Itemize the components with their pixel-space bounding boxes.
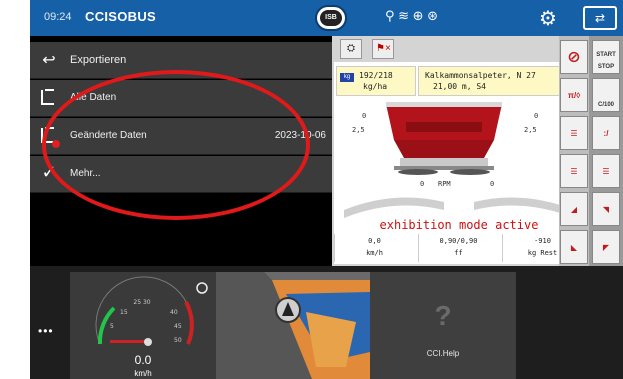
speed-unit: km/h <box>134 369 152 378</box>
top-status-bar: 09:24 CCISOBUS ISB ⚲ ≋ ⊕ ⊛ ⚙ ⇄ <box>30 0 623 36</box>
value-cell-factor: 0,90/0,90 ff <box>418 234 498 262</box>
export-title: Exportieren <box>70 54 127 66</box>
cci-help-tile[interactable]: ? CCI.Help <box>370 272 516 379</box>
help-icon: ? <box>434 300 452 331</box>
more-apps-icon[interactable]: ••• <box>38 324 54 338</box>
svg-text:40: 40 <box>170 309 178 316</box>
terminal-screen: 09:24 CCISOBUS ISB ⚲ ≋ ⊕ ⊛ ⚙ ⇄ ↩ Exporti… <box>30 0 623 379</box>
section-right-icon[interactable]: :/ <box>592 116 620 150</box>
rate-icon[interactable]: π/◊ <box>560 78 588 112</box>
isb-label: ISB <box>320 10 342 26</box>
boundary-right-icon[interactable]: ◥ <box>592 192 620 226</box>
100-percent-icon[interactable]: C/100 <box>592 78 620 112</box>
export-header-back[interactable]: ↩ Exportieren <box>30 42 332 79</box>
speed-value: 0.0 <box>134 353 152 367</box>
svg-text:50: 50 <box>174 337 182 344</box>
value-cell-speed: 0,0 km/h <box>334 234 414 262</box>
menu-item-alle-daten[interactable]: Alle Daten <box>30 80 332 117</box>
export-menu: ↩ Exportieren Alle Daten Geänderte Daten… <box>30 36 332 266</box>
spreader-bottom-values: 0,0 km/h 0,90/0,90 ff -910 kg Rest <box>334 234 584 262</box>
minus-10-icon[interactable]: ☰ <box>560 154 588 188</box>
boundary-left-icon[interactable]: ◢ <box>560 192 588 226</box>
section-left-icon[interactable]: ☰ <box>560 116 588 150</box>
isb-button[interactable]: ISB <box>315 5 347 31</box>
svg-text:45: 45 <box>174 323 182 330</box>
border-right-icon[interactable]: ◤ <box>592 230 620 264</box>
menu-item-geaenderte-daten[interactable]: Geänderte Daten 2023-10-06 <box>30 118 332 155</box>
spreader-display: kg 192/218 kg/ha Kalkammonsalpeter, N 27… <box>334 62 584 264</box>
section-icon[interactable]: ⛭ <box>340 39 362 59</box>
field-map-tile[interactable] <box>216 272 370 379</box>
rpm-right: 0 <box>490 180 495 188</box>
swap-screen-icon[interactable]: ⇄ <box>583 6 617 30</box>
rpm-left: 0 <box>420 180 425 188</box>
flag-icon[interactable]: ⚑× <box>372 39 395 59</box>
gear-icon[interactable]: ⚙ <box>533 6 563 30</box>
start-stop-button[interactable]: START STOP <box>592 40 620 74</box>
spreader-top-icons: ⛭ ⚑× <box>340 38 400 60</box>
border-left-icon[interactable]: ◣ <box>560 230 588 264</box>
status-icons: ⚲ ≋ ⊕ ⊛ <box>385 8 439 23</box>
speedometer-tile[interactable]: 25 30 15 5 40 45 50 0.0 km/h <box>70 272 216 379</box>
menu-item-label: Alle Daten <box>70 92 117 103</box>
spreader-panel: ⛭ ⚑× kg 192/218 kg/ha Kalkammonsalpeter,… <box>332 36 589 266</box>
document-icon <box>41 89 54 105</box>
menu-item-label: Geänderte Daten <box>70 130 147 141</box>
clock-time: 09:24 <box>44 11 72 23</box>
changed-indicator-icon <box>52 140 60 148</box>
bottom-app-strip: ••• 25 30 15 5 40 45 50 0.0 km/h ? CCI.H… <box>30 266 623 379</box>
svg-text:25 30: 25 30 <box>133 299 150 306</box>
field-map-image <box>216 272 370 379</box>
back-arrow-icon[interactable]: ↩ <box>38 50 60 70</box>
rpm-label: RPM <box>438 180 451 188</box>
function-key-column-left: ⊘ π/◊ ☰ ☰ ◢ ◣ <box>559 36 589 266</box>
checkmark-icon: ✓ <box>41 162 57 182</box>
svg-text:5: 5 <box>110 323 114 330</box>
start-stop-icon[interactable]: ⊘ <box>560 40 588 74</box>
menu-item-date: 2023-10-06 <box>274 130 326 141</box>
exhibition-mode-banner: exhibition mode active <box>379 218 539 232</box>
menu-item-label: Mehr... <box>70 168 101 179</box>
ccisobus-logo: CCISOBUS <box>85 9 157 24</box>
plus-10-icon[interactable]: ☰ <box>592 154 620 188</box>
help-label: CCI.Help <box>426 349 460 358</box>
svg-text:15: 15 <box>120 309 128 316</box>
menu-item-mehr[interactable]: ✓ Mehr... <box>30 156 332 193</box>
function-key-column-right: START STOP C/100 :/ ☰ ◥ ◤ <box>589 36 623 266</box>
